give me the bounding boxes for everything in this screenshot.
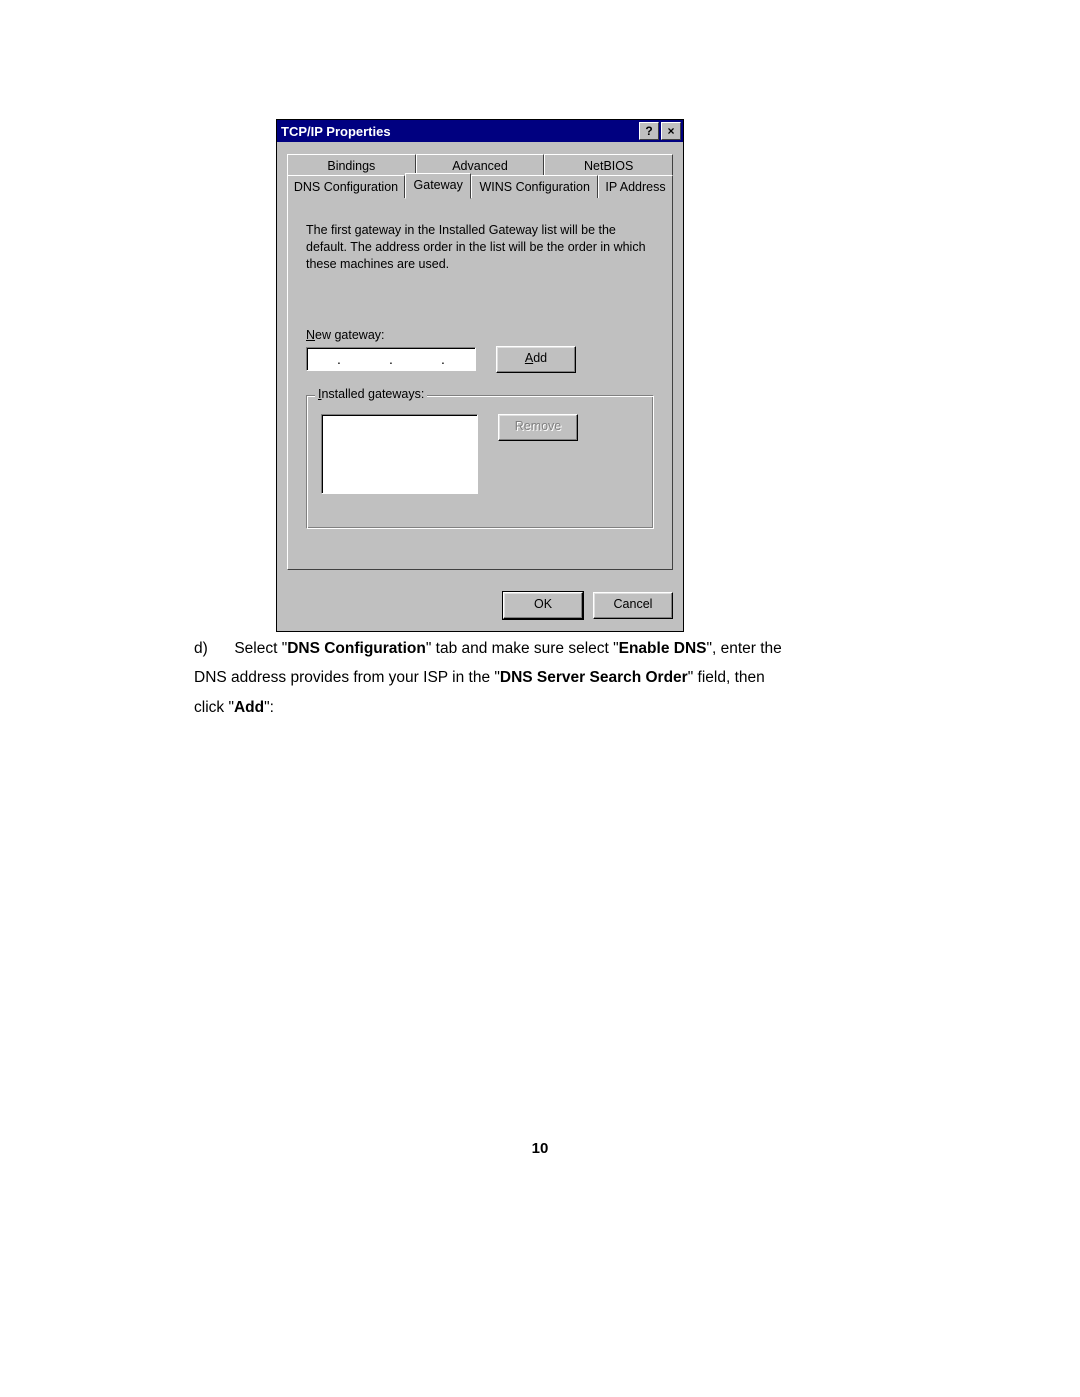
panel-description: The first gateway in the Installed Gatew… [306,222,654,273]
cancel-button[interactable]: Cancel [593,592,673,619]
tab-dns-configuration[interactable]: DNS Configuration [287,175,405,198]
close-button[interactable]: × [661,122,681,140]
dialog-button-row: OK Cancel [277,582,683,631]
tab-wins-configuration[interactable]: WINS Configuration [471,175,598,198]
tab-ip-address[interactable]: IP Address [598,175,673,198]
new-gateway-input[interactable]: ... [306,347,476,371]
page-number: 10 [0,1140,1080,1157]
installed-gateways-list[interactable] [321,414,478,494]
add-button[interactable]: Add [496,346,576,373]
tab-bindings[interactable]: Bindings [287,154,416,177]
tab-gateway[interactable]: Gateway [405,173,471,199]
ok-button[interactable]: OK [503,592,583,619]
new-gateway-label: New gateway: [306,328,654,342]
gateway-panel: The first gateway in the Installed Gatew… [287,198,673,570]
tab-strip: Bindings Advanced NetBIOS DNS Configurat… [287,154,673,199]
help-button[interactable]: ? [639,122,659,140]
help-icon: ? [645,125,652,137]
list-marker: d) [194,634,230,663]
titlebar: TCP/IP Properties ? × [277,120,683,142]
installed-gateways-label: Installed gateways: [315,387,427,401]
instruction-paragraph: d) Select "DNS Configuration" tab and ma… [194,634,794,722]
installed-gateways-group: Installed gateways: Remove [306,395,654,529]
tab-netbios[interactable]: NetBIOS [544,154,673,177]
remove-button: Remove [498,414,578,441]
close-icon: × [667,125,674,137]
dialog-client: Bindings Advanced NetBIOS DNS Configurat… [277,142,683,582]
window-title: TCP/IP Properties [281,124,637,139]
tcpip-properties-dialog: TCP/IP Properties ? × Bindings Advanced … [276,119,684,632]
